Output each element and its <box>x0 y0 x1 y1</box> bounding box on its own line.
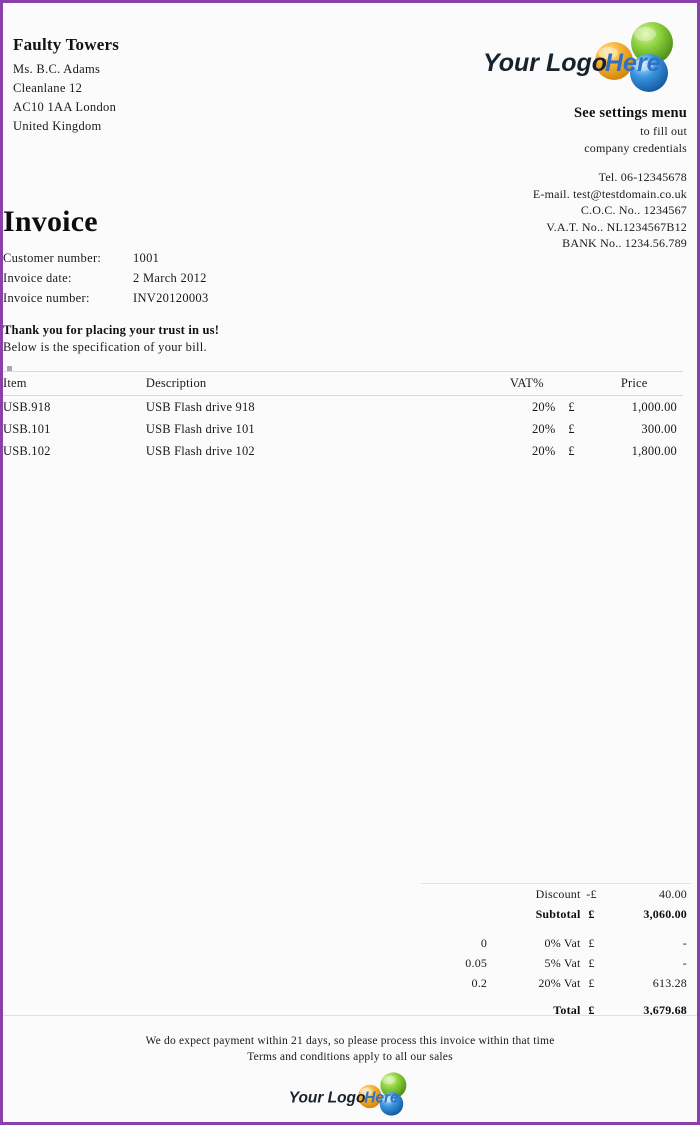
totals-row-vat-20: 0.2 20% Vat £ 613.28 <box>421 973 691 993</box>
table-row: USB.102 USB Flash drive 102 20% £ 1,800.… <box>3 440 683 462</box>
line-item-desc: USB Flash drive 101 <box>145 422 255 436</box>
discount-rate <box>421 883 502 904</box>
customer-address-block: Faulty Towers Ms. B.C. Adams Cleanlane 1… <box>13 35 333 136</box>
column-header-description: Description <box>145 371 497 396</box>
company-telephone: Tel. 06-12345678 <box>598 170 687 184</box>
subtotal-value: 3,060.00 <box>643 907 687 921</box>
totals-row-vat-0: 0 0% Vat £ - <box>421 924 691 953</box>
svg-text:Here: Here <box>364 1090 399 1107</box>
line-item-currency: £ <box>568 444 575 458</box>
totals-row-subtotal: Subtotal £ 3,060.00 <box>421 904 691 924</box>
settings-notice-sub-1: to fill out <box>640 124 687 138</box>
line-item-currency: £ <box>568 400 575 414</box>
settings-notice: See settings menu to fill out company cr… <box>367 103 687 157</box>
subtotal-currency: £ <box>588 907 595 921</box>
column-header-price: Price <box>585 371 683 396</box>
line-item-desc: USB Flash drive 102 <box>145 444 255 458</box>
table-row: USB.918 USB Flash drive 918 20% £ 1,000.… <box>3 396 683 419</box>
vat-20-value: 613.28 <box>652 976 687 990</box>
invoice-meta-table: Customer number: 1001 Invoice date: 2 Ma… <box>3 251 209 311</box>
totals-row-vat-5: 0.05 5% Vat £ - <box>421 953 691 973</box>
totals-table: Discount -£ 40.00 Subtotal £ 3,060.00 0 … <box>421 883 691 1020</box>
line-item-vat: 20% <box>531 422 556 436</box>
intro-message: Thank you for placing your trust in us! … <box>3 321 219 356</box>
invoice-number-label: Invoice number: <box>3 291 90 305</box>
subtotal-rate <box>421 904 501 924</box>
vat-5-value: - <box>682 956 687 970</box>
invoice-date-label: Invoice date: <box>3 271 72 285</box>
svg-text:Your Logo: Your Logo <box>483 49 607 77</box>
invoice-date-value: 2 March 2012 <box>133 271 207 285</box>
settings-notice-title: See settings menu <box>574 105 687 121</box>
line-item-price: 1,000.00 <box>631 400 677 414</box>
company-vat-number: V.A.T. No.. NL1234567B12 <box>546 219 687 234</box>
line-item-code: USB.101 <box>3 422 51 436</box>
settings-notice-sub-2: company credentials <box>584 141 687 155</box>
totals-bottom-divider <box>3 1015 697 1016</box>
table-row: Invoice date: 2 March 2012 <box>3 271 209 291</box>
line-item-currency: £ <box>568 422 575 436</box>
vat-0-label: 0% Vat <box>544 936 581 950</box>
company-logo-footer: Your Logo Here <box>3 1071 697 1117</box>
company-email: E-mail. test@testdomain.co.uk <box>532 186 687 201</box>
vat-20-label: 20% Vat <box>538 976 581 990</box>
invoice-sheet: Faulty Towers Ms. B.C. Adams Cleanlane 1… <box>3 3 697 1122</box>
intro-headline: Thank you for placing your trust in us! <box>3 323 220 337</box>
customer-company-name: Faulty Towers <box>13 35 120 54</box>
line-item-code: USB.918 <box>3 400 51 414</box>
column-header-currency <box>557 371 586 396</box>
customer-address-line: AC10 1AA London <box>13 100 117 114</box>
vat-0-currency: £ <box>588 936 595 950</box>
table-row: Invoice number: INV20120003 <box>3 291 209 311</box>
customer-number-value: 1001 <box>133 251 160 265</box>
discount-currency: -£ <box>580 883 603 904</box>
line-item-desc: USB Flash drive 918 <box>145 400 255 414</box>
vat-0-rate: 0 <box>480 936 488 950</box>
customer-address-line: Ms. B.C. Adams <box>13 62 101 76</box>
discount-value: 40.00 <box>602 883 691 904</box>
intro-subline: Below is the specification of your bill. <box>3 340 207 354</box>
vat-20-rate: 0.2 <box>471 976 488 990</box>
page-title: Invoice <box>3 205 98 238</box>
svg-text:Your Logo: Your Logo <box>289 1090 366 1107</box>
line-item-code: USB.102 <box>3 444 51 458</box>
line-item-vat: 20% <box>531 444 556 458</box>
vat-0-value: - <box>682 936 687 950</box>
line-item-price: 1,800.00 <box>631 444 677 458</box>
vat-5-rate: 0.05 <box>465 956 488 970</box>
company-logo-header: Your Logo Here <box>477 21 687 93</box>
customer-address-line: Cleanlane 12 <box>13 81 83 95</box>
customer-number-label: Customer number: <box>3 251 102 265</box>
table-row: USB.101 USB Flash drive 101 20% £ 300.00 <box>3 418 683 440</box>
customer-address-line: United Kingdom <box>13 119 102 133</box>
svg-text:Here: Here <box>605 49 661 77</box>
footer-conditions: Terms and conditions apply to all our sa… <box>247 1051 453 1063</box>
invoice-number-value: INV20120003 <box>133 291 209 305</box>
subtotal-label: Subtotal <box>535 907 581 921</box>
your-logo-here-icon: Your Logo Here <box>289 1072 407 1116</box>
discount-label: Discount <box>501 883 581 904</box>
vat-5-currency: £ <box>588 956 595 970</box>
table-row: Customer number: 1001 <box>3 251 209 271</box>
column-header-vat: VAT% <box>496 371 558 396</box>
company-contact-block: Tel. 06-12345678 E-mail. test@testdomain… <box>347 169 687 252</box>
invoice-page: Faulty Towers Ms. B.C. Adams Cleanlane 1… <box>0 0 700 1125</box>
vat-5-label: 5% Vat <box>544 956 581 970</box>
line-item-vat: 20% <box>531 400 556 414</box>
line-item-price: 300.00 <box>641 422 677 436</box>
line-items-table: Item Description VAT% Price USB.918 USB … <box>3 371 683 462</box>
your-logo-here-icon: Your Logo Here <box>483 22 673 92</box>
company-coc-number: C.O.C. No.. 1234567 <box>580 203 687 217</box>
table-header-row: Item Description VAT% Price <box>3 371 683 396</box>
footer-terms: We do expect payment within 21 days, so … <box>3 1033 697 1065</box>
invoice-header: Faulty Towers Ms. B.C. Adams Cleanlane 1… <box>13 3 687 250</box>
vat-20-currency: £ <box>588 976 595 990</box>
company-bank-number: BANK No.. 1234.56.789 <box>562 236 687 250</box>
totals-row-discount: Discount -£ 40.00 <box>421 883 691 904</box>
footer-payment-terms: We do expect payment within 21 days, so … <box>145 1035 555 1047</box>
column-header-item: Item <box>3 371 146 396</box>
